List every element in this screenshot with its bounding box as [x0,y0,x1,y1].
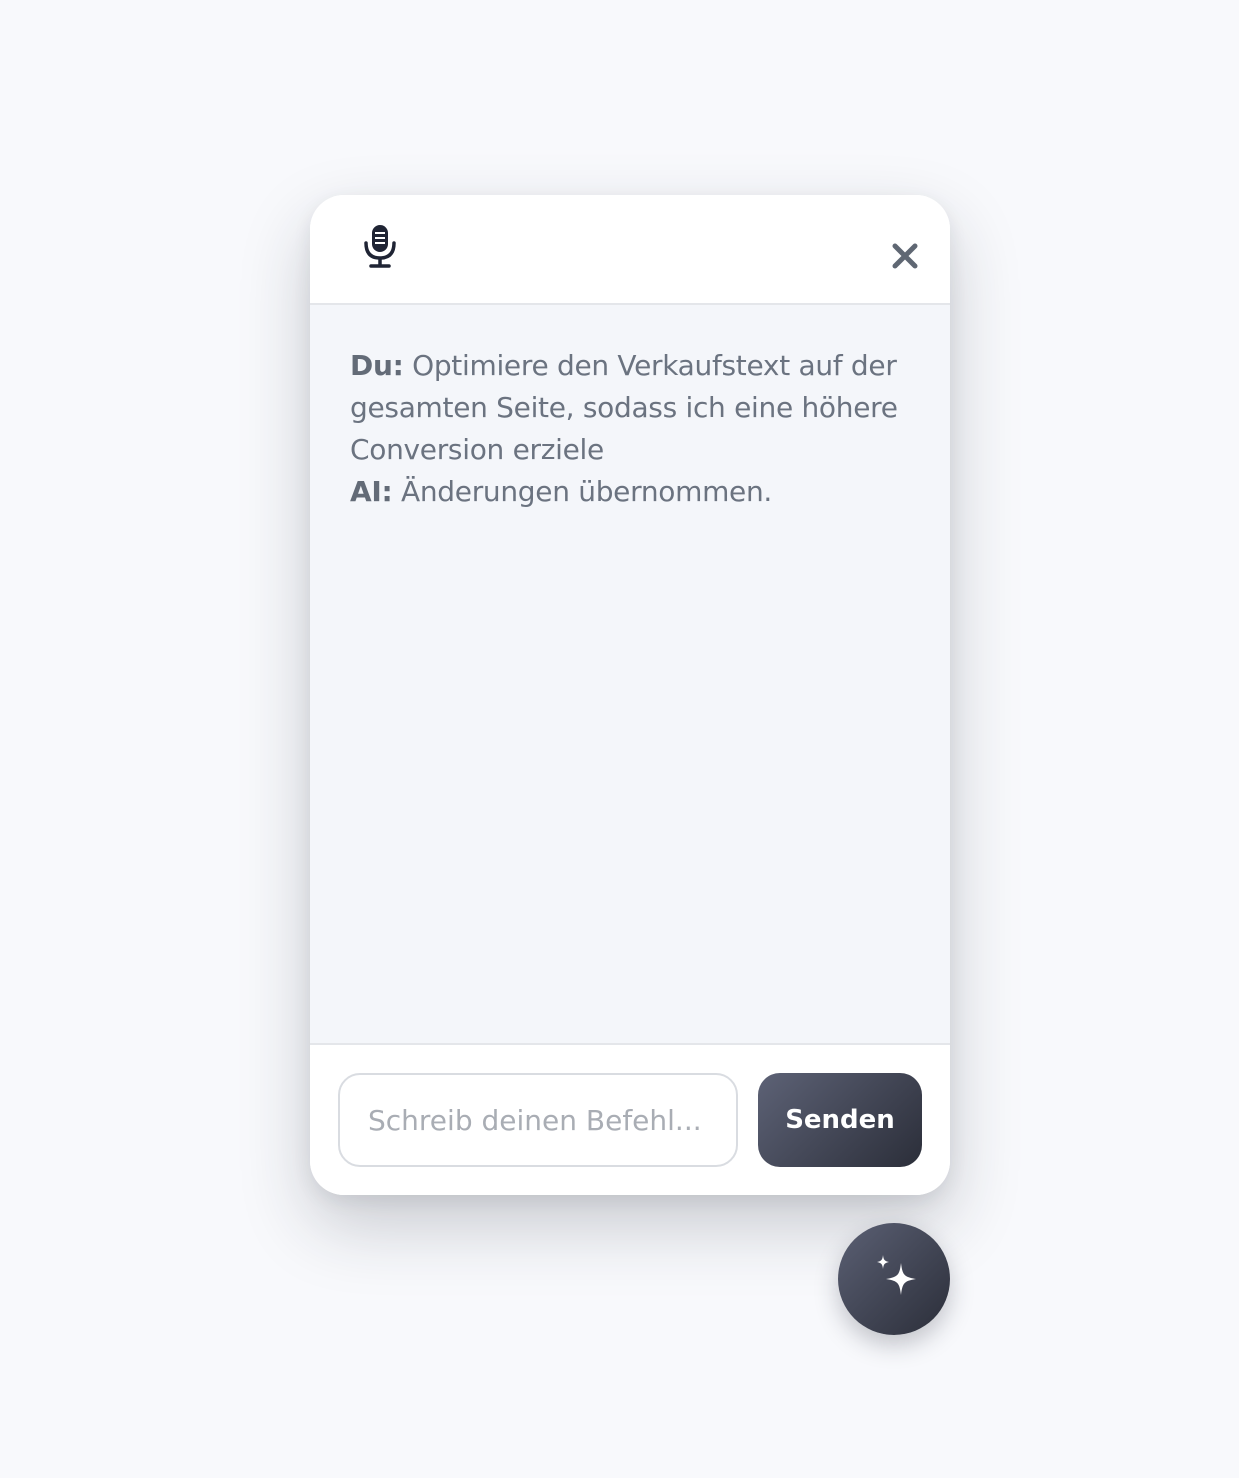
close-icon [892,243,918,269]
microphone-button[interactable] [360,223,400,269]
chat-header [310,195,950,305]
send-button[interactable]: Senden [758,1073,922,1167]
message-text: Optimiere den Verkaufstext auf der gesam… [350,349,898,466]
message-sender: AI: [350,475,393,508]
chat-message-user: Du: Optimiere den Verkaufstext auf der g… [350,345,910,471]
message-sender: Du: [350,349,404,382]
sparkles-icon [877,1255,916,1295]
microphone-icon [364,225,396,268]
ai-assistant-toggle-button[interactable] [838,1223,950,1335]
chat-composer: Senden [310,1043,950,1195]
close-button[interactable] [888,239,922,273]
chat-panel: Du: Optimiere den Verkaufstext auf der g… [310,195,950,1195]
chat-message-ai: AI: Änderungen übernommen. [350,471,910,513]
command-input[interactable] [338,1073,738,1167]
message-text: Änderungen übernommen. [401,475,773,508]
chat-message-list: Du: Optimiere den Verkaufstext auf der g… [310,305,950,1043]
